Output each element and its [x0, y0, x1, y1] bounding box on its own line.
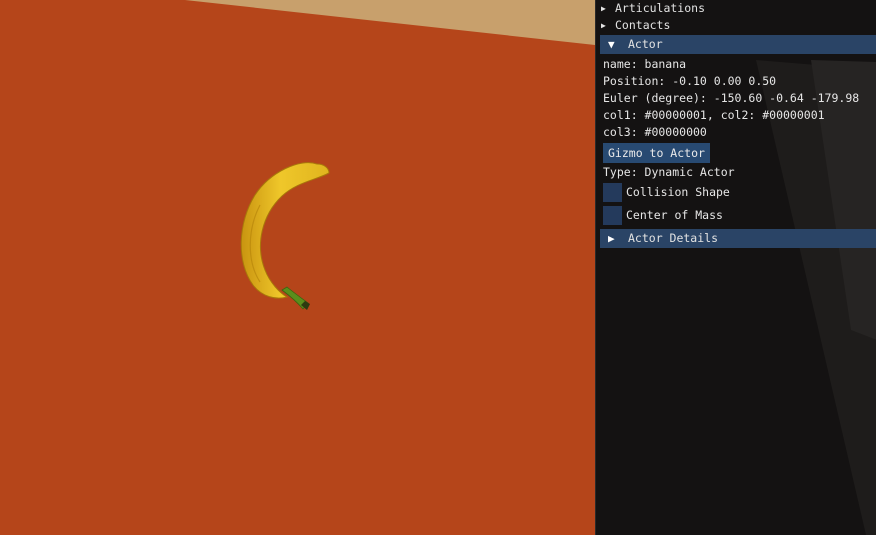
scene-render: [185, 0, 595, 310]
actor-header-label: Actor: [628, 37, 663, 51]
center-of-mass-checkbox-box[interactable]: [603, 206, 622, 225]
caret-right-icon: ▶: [601, 4, 606, 13]
actor-col3: col3: #00000000: [603, 125, 707, 139]
collision-shape-label: Collision Shape: [626, 185, 730, 199]
gizmo-to-actor-button[interactable]: Gizmo to Actor: [603, 143, 710, 163]
collision-shape-checkbox-box[interactable]: [603, 183, 622, 202]
center-of-mass-label: Center of Mass: [626, 208, 723, 222]
tree-node-articulations[interactable]: ▶ Articulations: [601, 0, 705, 18]
actor-details-section-header[interactable]: ▶ Actor Details: [600, 229, 876, 248]
caret-right-icon: ▶: [608, 232, 615, 245]
scene-viewport[interactable]: [0, 0, 595, 535]
back-wall: [185, 0, 595, 45]
actor-details-header-label: Actor Details: [628, 231, 719, 245]
actor-section-header[interactable]: ▼ Actor: [600, 35, 876, 54]
actor-type: Type: Dynamic Actor: [603, 165, 735, 179]
app-window: ▶ Articulations ▶ Contacts ▼ Actor name: ba…: [0, 0, 876, 535]
actor-col1-col2: col1: #00000001, col2: #00000001: [603, 108, 825, 122]
contacts-label: Contacts: [615, 18, 671, 32]
articulations-label: Articulations: [615, 1, 706, 15]
banana-object[interactable]: [240, 162, 330, 310]
actor-euler: Euler (degree): -150.60 -0.64 -179.98: [603, 91, 860, 105]
actor-name: name: banana: [603, 57, 687, 71]
caret-right-icon: ▶: [601, 21, 606, 30]
actor-position: Position: -0.10 0.00 0.50: [603, 74, 777, 88]
inspector-panel: ▶ Articulations ▶ Contacts ▼ Actor name: ba…: [595, 0, 876, 535]
caret-down-icon: ▼: [608, 38, 615, 51]
tree-node-contacts[interactable]: ▶ Contacts: [601, 17, 670, 35]
